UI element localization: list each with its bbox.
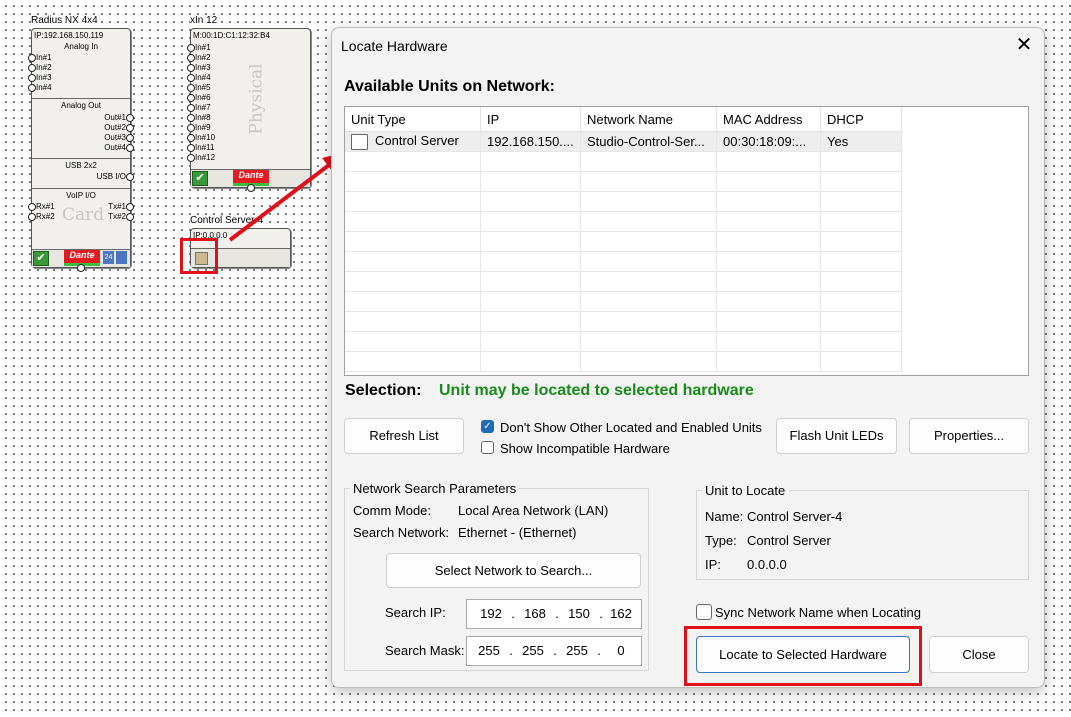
column-header[interactable]: DHCP [820, 107, 902, 132]
refresh-list-button[interactable]: Refresh List [344, 418, 464, 454]
comm-mode-value: Local Area Network (LAN) [458, 503, 609, 518]
available-units-heading: Available Units on Network: [344, 78, 555, 95]
search-network-value: Ethernet - (Ethernet) [458, 525, 577, 540]
column-header[interactable]: IP [480, 107, 581, 132]
close-icon[interactable]: ✕ [1011, 32, 1037, 58]
units-table[interactable]: Unit Type IP Network Name MAC Address DH… [344, 106, 1029, 376]
empty-row [345, 191, 902, 212]
unit-type-value: Control Server [747, 533, 831, 548]
unit-type-cell: Control Server [345, 131, 481, 152]
ip-octet: 255 [522, 643, 544, 658]
ip-dot: . [597, 643, 601, 658]
selection-status: Unit may be located to selected hardware [439, 382, 754, 399]
highlight-locate-button [684, 626, 922, 686]
unit-ip-label: IP: [705, 557, 721, 572]
search-mask-label: Search Mask: [385, 643, 465, 658]
ip-octet: 150 [568, 606, 590, 621]
unit-to-locate-legend: Unit to Locate [702, 483, 789, 498]
table-row[interactable]: Control Server 192.168.150.... Studio-Co… [345, 131, 902, 152]
ip-octet: 255 [566, 643, 588, 658]
column-header[interactable]: MAC Address [716, 107, 821, 132]
ip-dot: . [509, 643, 513, 658]
empty-row [345, 311, 902, 332]
ip-octet: 0 [617, 643, 625, 658]
comm-mode-label: Comm Mode: [353, 503, 432, 518]
show-incompatible-label[interactable]: Show Incompatible Hardware [500, 441, 670, 456]
empty-row [345, 151, 902, 172]
search-network-label: Search Network: [353, 525, 450, 540]
empty-row [345, 271, 902, 292]
selection-label: Selection: [345, 382, 422, 399]
unit-to-locate-group [696, 490, 1029, 580]
search-ip-label: Search IP: [385, 605, 446, 620]
empty-row [345, 331, 902, 352]
network-params-legend: Network Search Parameters [350, 481, 520, 496]
column-header[interactable]: Unit Type [345, 107, 481, 132]
empty-row [345, 231, 902, 252]
dialog-title: Locate Hardware [341, 38, 448, 54]
search-ip-field[interactable]: 192 . 168 . 150 . 162 [466, 599, 642, 629]
unit-name-label: Name: [705, 509, 744, 524]
select-network-button[interactable]: Select Network to Search... [386, 553, 641, 588]
unit-type-label: Type: [705, 533, 737, 548]
sync-network-name-label[interactable]: Sync Network Name when Locating [715, 605, 921, 620]
row-select-checkbox[interactable] [351, 133, 368, 150]
units-grid: Unit Type IP Network Name MAC Address DH… [345, 107, 902, 372]
empty-row [345, 291, 902, 312]
ip-octet: 255 [478, 643, 500, 658]
table-header-row: Unit Type IP Network Name MAC Address DH… [345, 107, 902, 132]
mac-cell: 00:30:18:09:... [716, 131, 821, 152]
ip-octet: 168 [524, 606, 546, 621]
ip-dot: . [553, 643, 557, 658]
ip-cell: 192.168.150.... [480, 131, 581, 152]
close-button[interactable]: Close [929, 636, 1029, 673]
dont-show-label[interactable]: Don't Show Other Located and Enabled Uni… [500, 420, 762, 435]
empty-row [345, 351, 902, 372]
flash-unit-leds-button[interactable]: Flash Unit LEDs [776, 418, 897, 454]
network-name-cell: Studio-Control-Ser... [580, 131, 717, 152]
sync-network-name-checkbox[interactable] [696, 604, 712, 620]
column-header[interactable]: Network Name [580, 107, 717, 132]
show-incompatible-checkbox[interactable] [481, 441, 494, 454]
ip-dot: . [511, 606, 515, 621]
empty-row [345, 211, 902, 232]
empty-row [345, 171, 902, 192]
dont-show-checkbox[interactable]: ✓ [481, 420, 494, 433]
unit-ip-value: 0.0.0.0 [747, 557, 787, 572]
dhcp-cell: Yes [820, 131, 902, 152]
unit-name-value: Control Server-4 [747, 509, 843, 524]
locate-hardware-dialog: Locate Hardware ✕ Available Units on Net… [331, 27, 1045, 688]
properties-button[interactable]: Properties... [909, 418, 1029, 454]
ip-dot: . [555, 606, 559, 621]
empty-row [345, 251, 902, 272]
search-mask-field[interactable]: 255 . 255 . 255 . 0 [466, 636, 642, 666]
ip-octet: 162 [610, 606, 632, 621]
ip-octet: 192 [480, 606, 502, 621]
